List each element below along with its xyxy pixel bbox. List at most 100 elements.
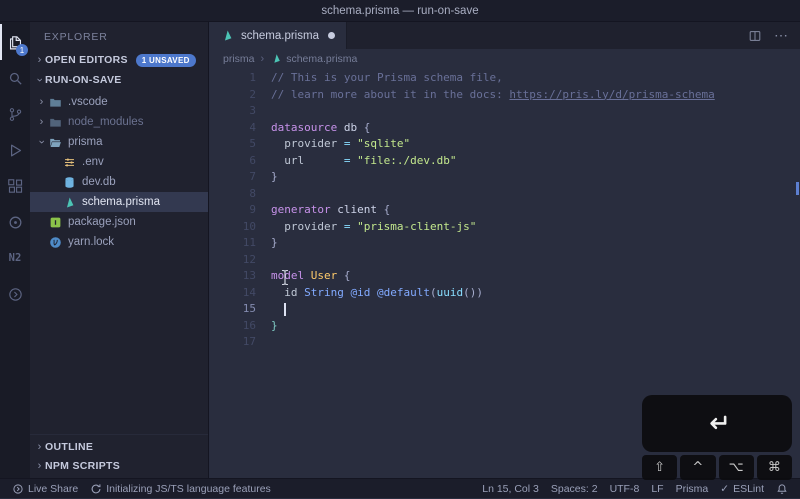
line-number[interactable]: 15 [209, 301, 271, 318]
workspace-header[interactable]: › RUN-ON-SAVE [30, 70, 208, 90]
npm-file-icon [48, 215, 63, 230]
open-editors-header[interactable]: › OPEN EDITORS 1 UNSAVED [30, 50, 208, 70]
code-line-12[interactable]: 12 [209, 252, 800, 269]
status-label: Live Share [28, 482, 79, 495]
explorer-icon[interactable]: 1 [0, 24, 30, 60]
line-number[interactable]: 3 [209, 103, 271, 120]
split-editor-icon[interactable] [748, 29, 762, 43]
live-share-icon [12, 483, 24, 495]
status-lf[interactable]: LF [645, 479, 669, 499]
breadcrumb-folder[interactable]: prisma [223, 53, 255, 65]
code-line-8[interactable]: 8 [209, 186, 800, 203]
code-text[interactable]: // This is your Prisma schema file, [271, 70, 503, 87]
line-number[interactable]: 13 [209, 268, 271, 285]
source-control-icon[interactable] [0, 96, 30, 132]
code-text[interactable]: datasource db { [271, 120, 370, 137]
code-line-5[interactable]: 5 provider = "sqlite" [209, 136, 800, 153]
line-number[interactable]: 14 [209, 285, 271, 302]
tree-item-package.json[interactable]: package.json [30, 212, 208, 232]
section-label: OUTLINE [45, 440, 94, 453]
file-label: schema.prisma [82, 196, 160, 208]
code-line-17[interactable]: 17 [209, 334, 800, 351]
breadcrumb-file[interactable]: schema.prisma [270, 53, 357, 65]
line-number[interactable]: 9 [209, 202, 271, 219]
code-line-9[interactable]: 9 generator client { [209, 202, 800, 219]
code-text[interactable]: model User { [271, 268, 351, 285]
tree-item-schema.prisma[interactable]: schema.prisma [30, 192, 208, 212]
circle-extension-icon[interactable] [0, 204, 30, 240]
code-text[interactable] [271, 301, 286, 318]
code-text[interactable]: // learn more about it in the docs: http… [271, 87, 715, 104]
modifier-key: ^ [680, 455, 716, 480]
tree-item-.env[interactable]: .env [30, 152, 208, 172]
yarn-file-icon [48, 235, 63, 250]
code-text[interactable]: generator client { [271, 202, 390, 219]
code-line-1[interactable]: 1// This is your Prisma schema file, [209, 70, 800, 87]
sidebar-section-outline[interactable]: › OUTLINE [30, 437, 208, 456]
code-text[interactable]: } [271, 169, 278, 186]
line-number[interactable]: 6 [209, 153, 271, 170]
tree-item-prisma[interactable]: › prisma [30, 132, 208, 152]
env-file-icon [62, 155, 77, 170]
line-number[interactable]: 7 [209, 169, 271, 186]
bell-icon [776, 483, 788, 495]
editor-actions: ⋯ [748, 22, 800, 49]
line-number[interactable]: 1 [209, 70, 271, 87]
more-actions-icon[interactable]: ⋯ [774, 27, 788, 44]
extensions-icon[interactable] [0, 168, 30, 204]
n2-extension-icon[interactable]: N2 [0, 240, 30, 276]
code-text[interactable]: } [271, 318, 278, 335]
line-number[interactable]: 17 [209, 334, 271, 351]
tree-item-.vscode[interactable]: › .vscode [30, 92, 208, 112]
section-label: NPM SCRIPTS [45, 459, 121, 472]
code-line-13[interactable]: 13 model User { [209, 268, 800, 285]
status-bell[interactable] [770, 479, 794, 499]
code-line-4[interactable]: 4 datasource db { [209, 120, 800, 137]
code-line-14[interactable]: 14 id String @id @default(uuid()) [209, 285, 800, 302]
search-icon[interactable] [0, 60, 30, 96]
status-spaces-2[interactable]: Spaces: 2 [545, 479, 604, 499]
file-label: dev.db [82, 176, 116, 188]
code-line-7[interactable]: 7} [209, 169, 800, 186]
code-line-3[interactable]: 3 [209, 103, 800, 120]
line-number[interactable]: 16 [209, 318, 271, 335]
live-share-icon[interactable] [0, 276, 30, 312]
line-number[interactable]: 2 [209, 87, 271, 104]
line-number[interactable]: 10 [209, 219, 271, 236]
modified-dot-icon[interactable] [327, 32, 335, 39]
tab-schema-prisma[interactable]: schema.prisma [209, 22, 347, 49]
status-ln-15-col-3[interactable]: Ln 15, Col 3 [476, 479, 545, 499]
sidebar-section-npm-scripts[interactable]: › NPM SCRIPTS [30, 456, 208, 475]
folder-file-icon [48, 135, 63, 150]
status-live-share[interactable]: Live Share [6, 479, 84, 499]
activity-badge: 1 [16, 44, 28, 56]
line-number[interactable]: 5 [209, 136, 271, 153]
line-number[interactable]: 12 [209, 252, 271, 269]
code-line-10[interactable]: 10 provider = "prisma-client-js" [209, 219, 800, 236]
status-prisma[interactable]: Prisma [670, 479, 715, 499]
activity-bar: 1 N2 [0, 22, 30, 478]
sidebar: EXPLORER › OPEN EDITORS 1 UNSAVED › RUN-… [30, 22, 209, 478]
run-debug-icon[interactable] [0, 132, 30, 168]
breadcrumb-file-label: schema.prisma [286, 52, 358, 65]
code-line-2[interactable]: 2// learn more about it in the docs: htt… [209, 87, 800, 104]
code-text[interactable]: url = "file:./dev.db" [271, 153, 456, 170]
line-number[interactable]: 8 [209, 186, 271, 203]
code-line-6[interactable]: 6 url = "file:./dev.db" [209, 153, 800, 170]
tree-item-node_modules[interactable]: › node_modules [30, 112, 208, 132]
tree-item-dev.db[interactable]: dev.db [30, 172, 208, 192]
sync-icon [90, 483, 102, 495]
code-text[interactable]: id String @id @default(uuid()) [271, 285, 483, 302]
code-text[interactable]: } [271, 235, 278, 252]
code-line-11[interactable]: 11} [209, 235, 800, 252]
code-text[interactable]: provider = "sqlite" [271, 136, 410, 153]
tree-item-yarn.lock[interactable]: yarn.lock [30, 232, 208, 252]
code-line-16[interactable]: 16} [209, 318, 800, 335]
code-text[interactable]: provider = "prisma-client-js" [271, 219, 476, 236]
line-number[interactable]: 4 [209, 120, 271, 137]
status-utf-8[interactable]: UTF-8 [604, 479, 646, 499]
status-eslint[interactable]: ✓ ESLint [714, 479, 770, 499]
line-number[interactable]: 11 [209, 235, 271, 252]
code-line-15[interactable]: 15 [209, 301, 800, 318]
status-initializing-js-ts-language-features[interactable]: Initializing JS/TS language features [84, 479, 277, 499]
